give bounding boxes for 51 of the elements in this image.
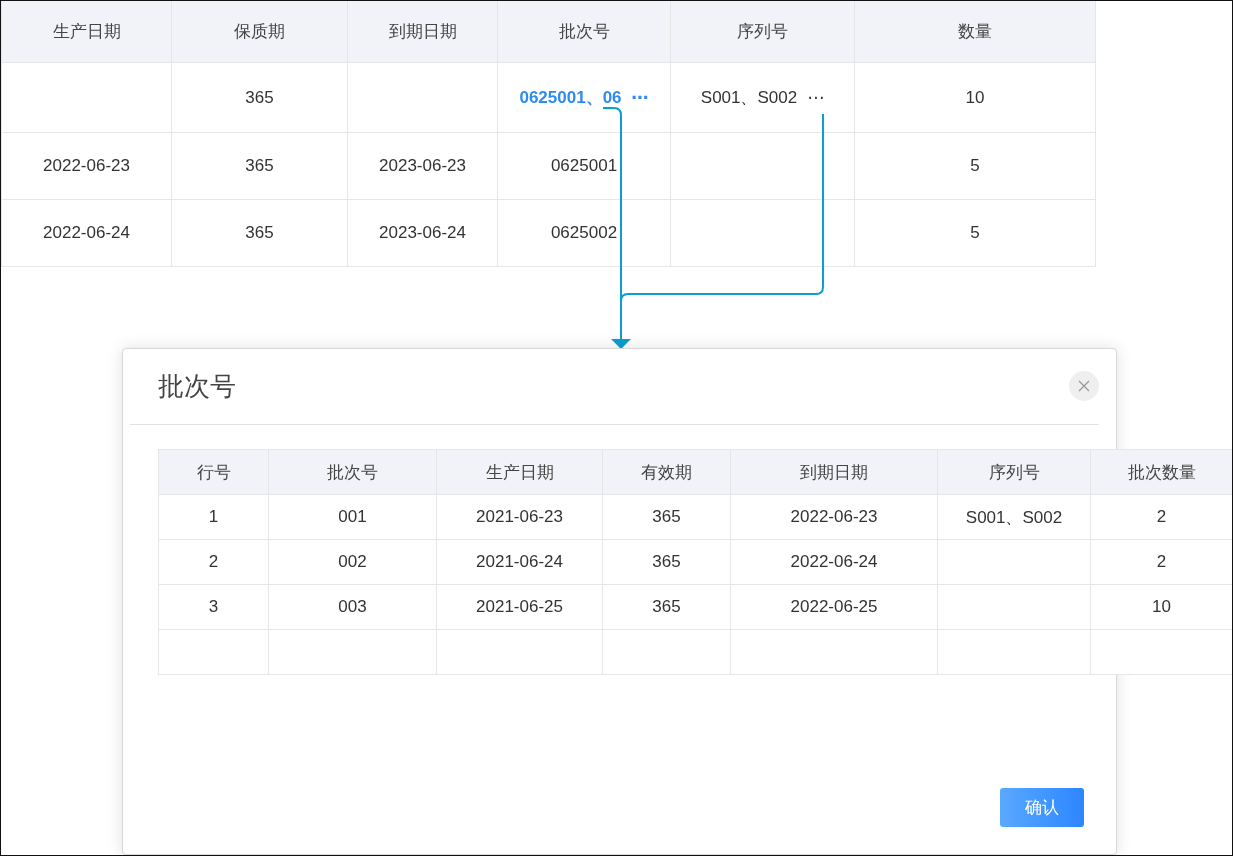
cell-text: 2023-06-24 bbox=[379, 223, 466, 243]
column-header: 生产日期 bbox=[2, 1, 172, 63]
cell-text: 2021-06-24 bbox=[476, 552, 563, 572]
cell-text: 2022-06-23 bbox=[790, 507, 878, 527]
cell-text: 0625001 bbox=[550, 156, 618, 176]
cell-text: S001、S002 bbox=[700, 87, 798, 109]
column-header: 到期日期 bbox=[731, 450, 938, 495]
cell-text: 2022-06-23 bbox=[43, 156, 130, 176]
cell-text: 2 bbox=[1156, 552, 1167, 572]
column-header: 生产日期 bbox=[437, 450, 603, 495]
confirm-button[interactable]: 确认 bbox=[1000, 788, 1084, 827]
cell-text: 10 bbox=[965, 87, 985, 108]
column-header: 数量 bbox=[855, 1, 1096, 63]
more-ellipsis[interactable]: ⋯ bbox=[631, 87, 649, 108]
cell-text: 2022-06-24 bbox=[790, 552, 878, 572]
cell-text: 2 bbox=[208, 552, 219, 572]
close-icon bbox=[1078, 380, 1090, 392]
column-header: 保质期 bbox=[172, 1, 348, 63]
cell-text: 365 bbox=[245, 156, 274, 176]
more-ellipsis[interactable]: ⋯ bbox=[807, 87, 825, 108]
cell-text: 1 bbox=[208, 507, 219, 527]
cell-text: 001 bbox=[338, 507, 367, 527]
cell-text: 002 bbox=[338, 552, 367, 572]
column-header: 序列号 bbox=[671, 1, 855, 63]
column-header: 序列号 bbox=[938, 450, 1091, 495]
cell-text: 365 bbox=[245, 223, 274, 243]
cell-text: 003 bbox=[338, 597, 367, 617]
cell-text: 365 bbox=[245, 87, 274, 108]
cell-text: 10 bbox=[1152, 597, 1171, 617]
cell-text: 5 bbox=[970, 156, 980, 176]
column-header: 批次数量 bbox=[1091, 450, 1232, 495]
column-header: 批次号 bbox=[269, 450, 437, 495]
cell-text: 2023-06-23 bbox=[379, 156, 466, 176]
column-header: 有效期 bbox=[603, 450, 731, 495]
cell-text: 365 bbox=[652, 507, 681, 527]
cell-text: 2021-06-23 bbox=[476, 507, 563, 527]
cell-text: 3 bbox=[208, 597, 219, 617]
cell-text: S001、S002 bbox=[965, 506, 1063, 529]
cell-text: 2 bbox=[1156, 507, 1167, 527]
cell-text: 365 bbox=[652, 552, 681, 572]
cell-text: 2021-06-25 bbox=[476, 597, 563, 617]
cell-text: 0625002 bbox=[550, 223, 618, 243]
cell-text: 365 bbox=[652, 597, 681, 617]
column-header: 行号 bbox=[159, 450, 269, 495]
cell-text: 2022-06-25 bbox=[790, 597, 878, 617]
dialog-title: 批次号 bbox=[158, 369, 236, 403]
column-header: 到期日期 bbox=[348, 1, 498, 63]
cell-text: 2022-06-24 bbox=[43, 223, 130, 243]
batch-link[interactable]: 0625001、06 bbox=[519, 86, 622, 109]
column-header: 批次号 bbox=[498, 1, 671, 63]
cell-text: 5 bbox=[970, 223, 980, 243]
